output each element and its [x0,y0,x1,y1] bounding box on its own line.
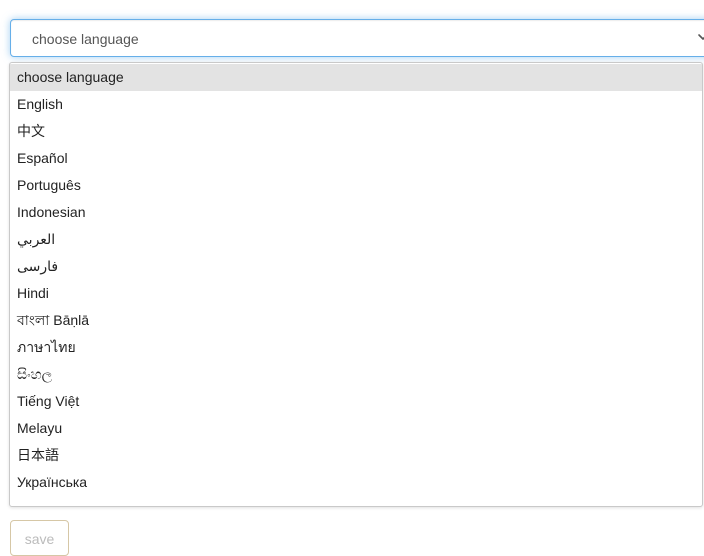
language-option[interactable]: فارسی [10,253,702,280]
language-option[interactable]: English [10,91,702,118]
language-option[interactable]: Español [10,145,702,172]
language-select[interactable]: choose language [10,19,704,57]
language-option[interactable]: Português [10,172,702,199]
chevron-down-icon [698,34,704,40]
language-option[interactable]: বাংলা Bāṇlā [10,307,702,334]
selected-language-value: choose language [32,31,139,47]
language-option[interactable]: Melayu [10,415,702,442]
language-option[interactable]: Hindi [10,280,702,307]
language-option[interactable]: Tiếng Việt [10,388,702,415]
language-option[interactable]: 中文 [10,118,702,145]
language-settings-page: choose language choose language English … [0,0,704,556]
language-option[interactable]: العربي [10,226,702,253]
language-option[interactable]: Українська [10,469,702,496]
language-option[interactable]: ภาษาไทย [10,334,702,361]
language-option[interactable]: choose language [10,64,702,91]
language-dropdown-list: choose language English 中文 Español Portu… [9,62,703,507]
language-option[interactable]: Indonesian [10,199,702,226]
language-option[interactable]: සිංහල [10,361,702,388]
language-option[interactable]: 日本語 [10,442,702,469]
save-button[interactable]: save [10,520,69,556]
